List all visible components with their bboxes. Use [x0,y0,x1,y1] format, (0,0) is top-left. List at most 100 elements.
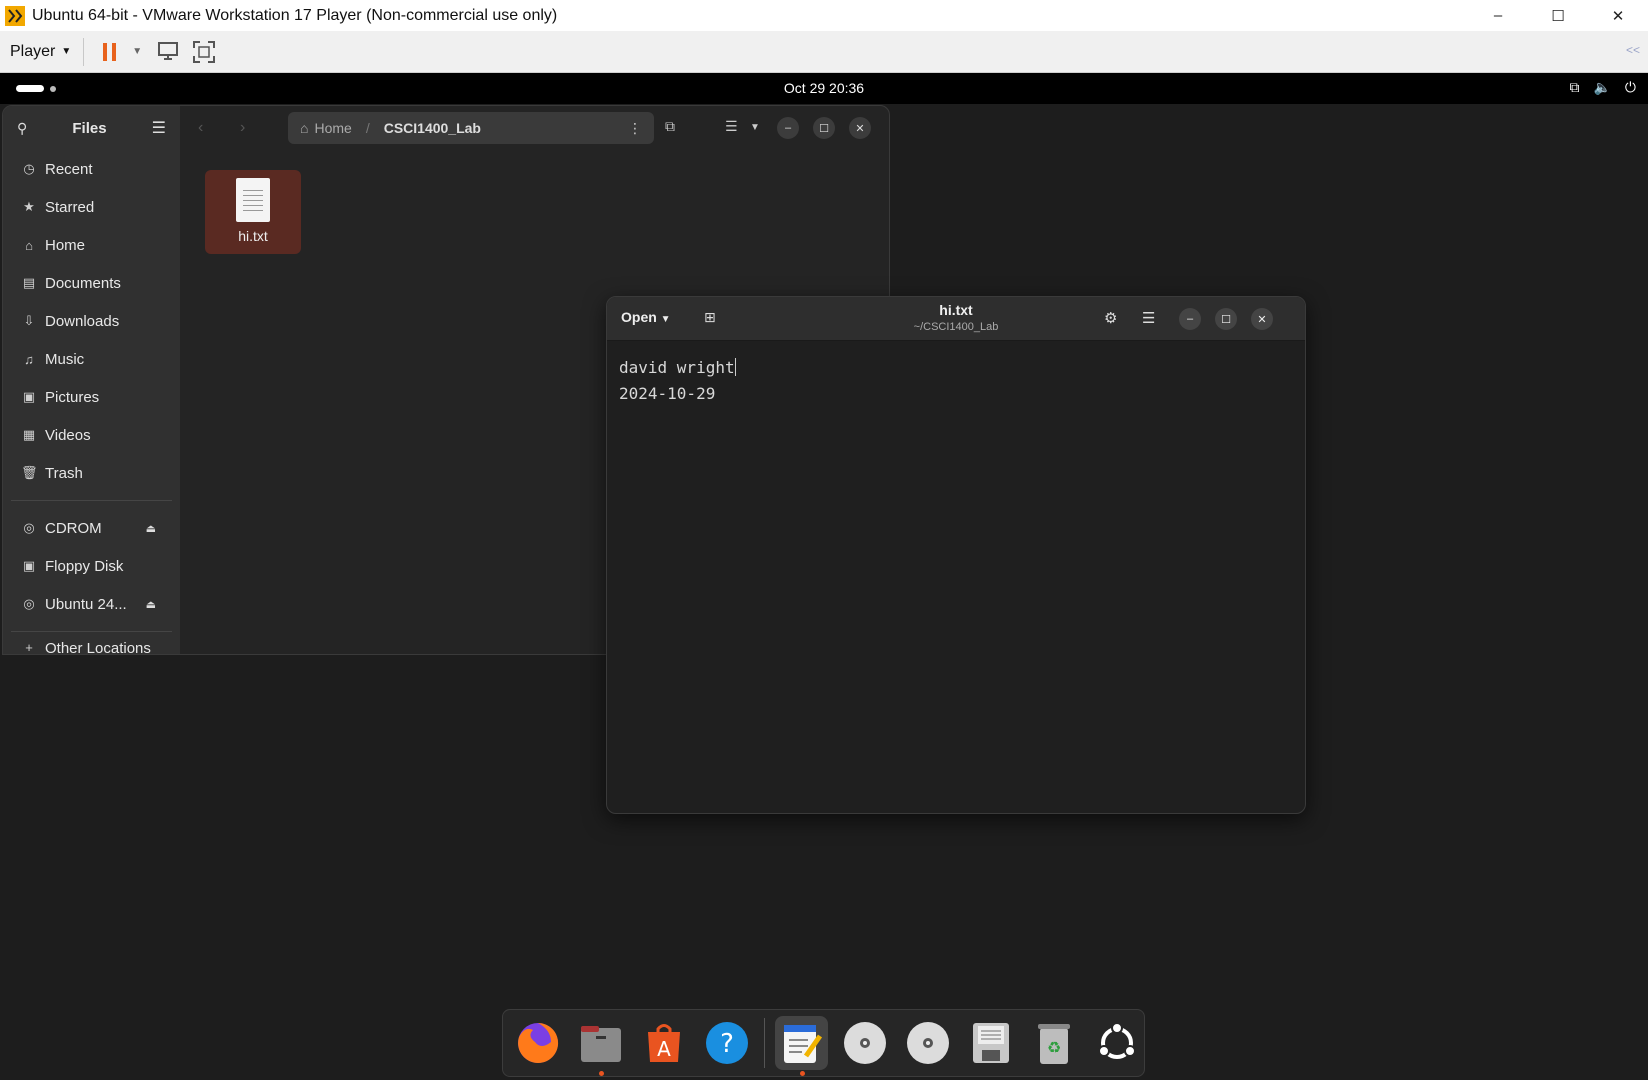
list-view-icon[interactable]: ☰ [725,118,738,135]
dock-help[interactable]: ? [701,1016,754,1070]
sidebar-item-other-locations[interactable]: + Other Locations [3,640,180,654]
sidebar-item-ubuntu-disc[interactable]: ◎ Ubuntu 24... ⏏ [3,585,180,623]
sidebar-item-recent[interactable]: ◷ Recent [3,150,180,188]
video-icon: ▦ [22,427,36,442]
forward-icon[interactable]: › [240,119,264,137]
sidebar-item-documents[interactable]: ▤ Documents [3,264,180,302]
dock-floppy[interactable] [964,1016,1017,1070]
hamburger-menu-icon[interactable]: ☰ [1142,309,1155,327]
chevron-down-icon[interactable]: ▼ [750,122,760,133]
network-icon: ⧉ [1569,79,1580,95]
editor-header: Open ▼ ⊞ hi.txt ~/CSCI1400_Lab ⚙ ☰ – ☐ ✕ [607,297,1305,341]
sidebar-item-label: Music [45,350,85,368]
chevron-down-icon: ▼ [61,46,72,57]
running-indicator [799,1071,805,1076]
pause-dropdown-icon[interactable]: ▼ [132,46,142,57]
camera-icon[interactable]: ⧉ [665,118,675,135]
star-icon: ★ [23,199,35,214]
sidebar-item-floppy[interactable]: ▣ Floppy Disk [3,547,180,585]
svg-text:A: A [657,1037,671,1061]
sidebar-item-label: Recent [45,160,93,178]
window-title: Ubuntu 64-bit - VMware Workstation 17 Pl… [32,6,558,24]
picture-icon: ▣ [22,389,36,404]
sidebar-item-label: Starred [45,198,95,216]
files-header: ‹ › ⌂ Home / CSCI1400_Lab ⋮ ⧉ ☰ ▼ – ☐ ✕ [180,106,889,150]
sidebar-item-label: Downloads [45,312,120,330]
dock-firefox[interactable] [511,1016,564,1070]
pause-icon [103,42,117,61]
app-center-icon: A [648,1024,680,1062]
gear-icon[interactable]: ⚙ [1104,309,1117,327]
dock-files[interactable] [574,1016,627,1076]
player-label: Player [10,42,56,60]
sidebar-item-cdrom[interactable]: ◎ CDROM ⏏ [3,509,180,547]
text-editor-icon [784,1025,823,1063]
clock[interactable]: Oct 29 20:36 [0,80,1648,96]
firefox-icon [517,1022,558,1063]
eject-icon[interactable]: ⏏ [146,522,156,535]
disc-icon: ◎ [23,520,35,535]
sidebar-item-music[interactable]: ♫ Music [3,340,180,378]
sidebar-item-downloads[interactable]: ⇩ Downloads [3,302,180,340]
plus-icon: + [25,640,33,654]
sidebar-item-starred[interactable]: ★ Starred [3,188,180,226]
dock-cdrom[interactable] [838,1016,891,1070]
back-icon[interactable]: ‹ [198,119,222,137]
collapse-toolbar-button[interactable]: << [1626,43,1640,57]
path-bar[interactable]: ⌂ Home / CSCI1400_Lab ⋮ [288,112,654,144]
home-icon: ⌂ [300,120,309,136]
search-icon[interactable]: ⚲ [17,120,27,137]
dock-divider [763,1018,765,1068]
close-button[interactable]: ✕ [1251,308,1273,330]
sidebar-item-label: Ubuntu 24... [45,595,127,613]
maximize-button[interactable]: ☐ [813,117,835,139]
power-icon: ⏻ [1624,79,1636,95]
home-icon: ⌂ [25,237,33,253]
trash-icon: 🗑 [21,465,38,480]
ubuntu-icon [1098,1022,1137,1059]
pause-button[interactable] [96,38,124,66]
breadcrumb-current[interactable]: CSCI1400_Lab [384,120,481,136]
text-cursor [734,358,736,376]
close-button[interactable]: ✕ [1588,0,1648,31]
dock-trash[interactable]: ♻ [1028,1016,1081,1070]
svg-text:?: ? [720,1029,734,1059]
sidebar-item-trash[interactable]: 🗑 Trash [3,454,180,492]
eject-icon[interactable]: ⏏ [146,598,156,611]
maximize-button[interactable]: ☐ [1528,0,1588,31]
folder-icon [580,1026,621,1062]
minimize-button[interactable]: – [1468,0,1528,31]
text-line: 2024-10-29 [619,384,716,403]
minimize-button[interactable]: – [1179,308,1201,330]
floppy-icon: ▣ [22,558,36,573]
dock-text-editor[interactable] [774,1016,828,1076]
maximize-button[interactable]: ☐ [1215,308,1237,330]
hamburger-menu-icon[interactable]: ☰ [152,118,166,138]
text-area[interactable]: david wright 2024-10-29 [619,355,736,407]
files-title: Files [72,119,107,137]
more-options-icon[interactable]: ⋮ [628,120,642,137]
system-tray[interactable]: ⧉ 🔈 ⏻ [1569,79,1636,96]
fullscreen-icon [193,40,216,63]
sidebar-item-home[interactable]: ⌂ Home [3,226,180,264]
dock-cdrom-2[interactable] [901,1016,954,1070]
disc-icon: ◎ [23,596,35,611]
disc-icon [843,1022,886,1064]
breadcrumb-separator: / [365,120,370,136]
sidebar-item-label: Floppy Disk [45,557,124,575]
download-icon: ⇩ [23,313,35,328]
close-button[interactable]: ✕ [849,117,871,139]
text-file-icon [236,178,270,222]
sidebar-item-pictures[interactable]: ▣ Pictures [3,378,180,416]
file-item[interactable]: hi.txt [205,170,301,254]
files-sidebar: ⚲ Files ☰ ◷ Recent ★ Starred ⌂ Home ▤ Docume… [3,106,180,654]
dock-app-center[interactable]: A [637,1016,690,1070]
player-menu-button[interactable]: Player ▼ [10,43,71,61]
fullscreen-button[interactable] [190,38,218,66]
breadcrumb-home[interactable]: Home [314,120,351,136]
dock-show-apps[interactable] [1091,1016,1144,1070]
vmware-toolbar: Player ▼ ▼ << [0,31,1648,73]
minimize-button[interactable]: – [777,117,799,139]
send-ctrl-alt-del-button[interactable] [154,38,182,66]
sidebar-item-videos[interactable]: ▦ Videos [3,416,180,454]
